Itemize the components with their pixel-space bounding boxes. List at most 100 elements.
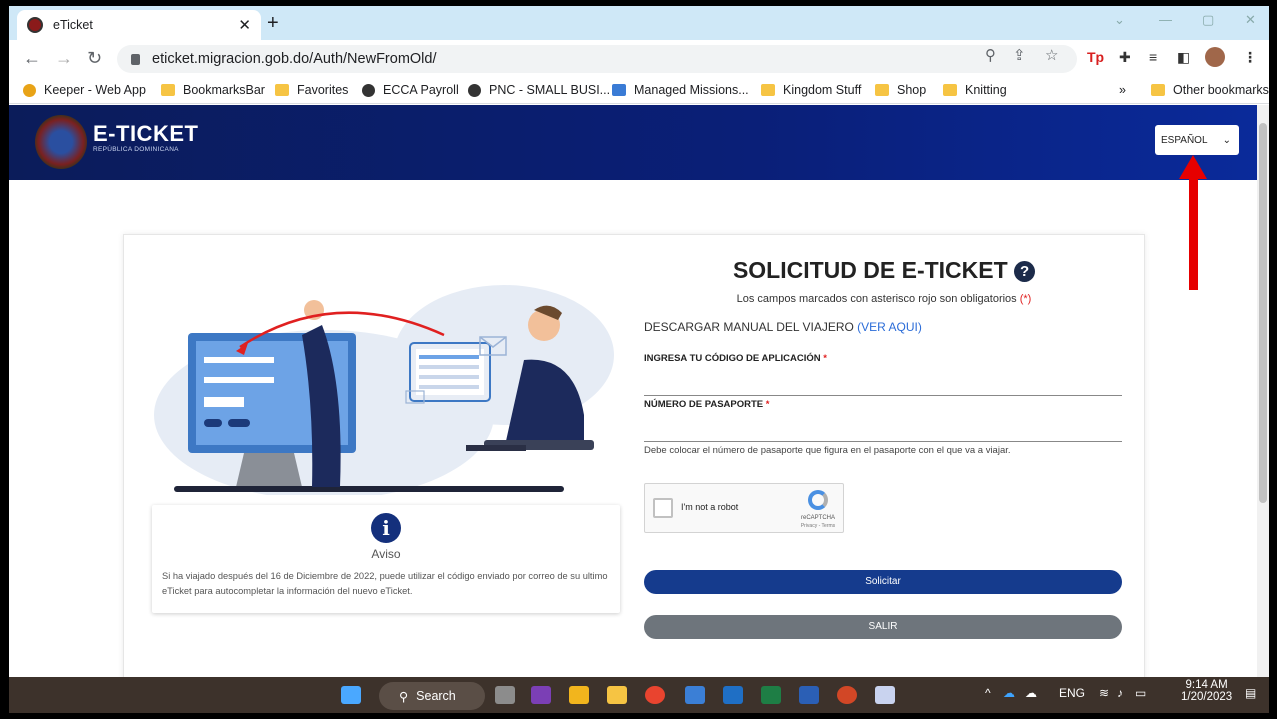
notifications-icon[interactable]: ▤	[1245, 686, 1256, 700]
passport-label-text: NÚMERO DE PASAPORTE	[644, 399, 764, 410]
input-language[interactable]: ENG	[1059, 686, 1085, 700]
manual-label: DESCARGAR MANUAL DEL VIAJERO	[644, 320, 854, 334]
clock[interactable]: 9:14 AM 1/20/2023	[1181, 679, 1232, 703]
bookmark-label: Keeper - Web App	[44, 83, 146, 97]
window-close-icon[interactable]: ✕	[1245, 12, 1256, 28]
cloud-sync-icon[interactable]: ☁	[1025, 686, 1037, 700]
bookmark-ecca-payroll[interactable]: ECCA Payroll	[362, 83, 459, 97]
file-explorer-icon[interactable]	[569, 686, 589, 704]
application-code-input[interactable]	[644, 395, 1122, 396]
aviso-notice: i Aviso Si ha viajado después del 16 de …	[152, 505, 620, 613]
bookmark-label: Shop	[897, 83, 927, 97]
close-tab-icon[interactable]: ✕	[238, 16, 251, 34]
folder-icon	[875, 84, 889, 96]
new-tab-button[interactable]: +	[267, 12, 279, 35]
recaptcha-brand: reCAPTCHA	[800, 515, 835, 521]
bookmark-knitting[interactable]: Knitting	[943, 83, 1007, 97]
reload-icon[interactable]: ↻	[87, 48, 102, 69]
onenote-icon[interactable]	[531, 686, 551, 704]
url-text: eticket.migracion.gob.do/Auth/NewFromOld…	[152, 51, 437, 67]
info-icon: i	[371, 513, 401, 543]
page-viewport: E-TICKET REPÚBLICA DOMINICANA ESPAÑOL ⌄	[9, 105, 1257, 677]
extension-tp-icon[interactable]: Tp	[1087, 49, 1104, 65]
volume-icon[interactable]: ♪	[1117, 686, 1123, 700]
manual-link[interactable]: (VER AQUI)	[857, 320, 922, 334]
minimize-icon[interactable]: —	[1159, 12, 1172, 27]
browser-tab[interactable]: eTicket ✕	[17, 10, 261, 40]
sticky-notes-icon[interactable]	[607, 686, 627, 704]
bookmark-star-icon[interactable]: ☆	[1045, 46, 1058, 64]
bookmark-label: Other bookmarks	[1173, 83, 1269, 97]
site-favicon-icon	[27, 17, 43, 33]
bookmark-pnc[interactable]: PNC - SMALL BUSI...	[468, 83, 610, 97]
recaptcha-terms-link[interactable]: Privacy - Terms	[795, 523, 841, 529]
bookmark-label: Managed Missions...	[634, 83, 749, 97]
bookmark-keeper[interactable]: Keeper - Web App	[23, 83, 146, 97]
passport-field-label: NÚMERO DE PASAPORTE *	[644, 399, 769, 410]
form-title: SOLICITUD DE E-TICKET ?	[644, 257, 1124, 284]
required-marker: *	[823, 353, 827, 364]
more-bookmarks-button[interactable]: »	[1119, 83, 1126, 97]
page-scrollbar[interactable]	[1257, 105, 1269, 677]
eticket-form: SOLICITUD DE E-TICKET ? Los campos marca…	[644, 235, 1124, 677]
wifi-icon[interactable]: ≋	[1099, 686, 1109, 700]
passport-hint: Debe colocar el número de pasaporte que …	[644, 445, 1011, 456]
forward-icon[interactable]: →	[55, 48, 73, 69]
chevron-down-icon: ⌄	[1222, 134, 1231, 146]
address-bar[interactable]: eticket.migracion.gob.do/Auth/NewFromOld…	[117, 45, 1077, 73]
bookmark-shop[interactable]: Shop	[875, 83, 926, 97]
task-view-icon[interactable]	[495, 686, 515, 704]
extensions-puzzle-icon[interactable]: ✚	[1119, 49, 1131, 66]
salir-button[interactable]: SALIR	[644, 615, 1122, 639]
chrome-icon[interactable]	[645, 686, 665, 704]
required-marker: (*)	[1019, 293, 1032, 305]
globe-icon	[468, 83, 481, 97]
back-icon[interactable]: ←	[23, 48, 41, 69]
bookmark-label: BookmarksBar	[183, 83, 265, 97]
tab-search-chevron-icon[interactable]: ⌄	[1114, 12, 1125, 28]
form-subtitle: Los campos marcados con asterisco rojo s…	[644, 293, 1124, 305]
snipping-tool-icon[interactable]	[875, 686, 895, 704]
reading-list-icon[interactable]: ≡	[1149, 49, 1157, 65]
search-label: Search	[416, 689, 456, 703]
language-select[interactable]: ESPAÑOL ⌄	[1155, 125, 1239, 155]
taskbar-search[interactable]: ⚲ Search	[379, 682, 485, 710]
word-icon[interactable]	[799, 686, 819, 704]
form-title-text: SOLICITUD DE E-TICKET	[732, 257, 1008, 283]
bookmark-managed-missions[interactable]: Managed Missions...	[612, 83, 749, 97]
required-marker: *	[765, 399, 770, 410]
menu-kebab-icon[interactable]: ⋮	[1243, 49, 1257, 66]
profile-avatar[interactable]	[1205, 47, 1225, 67]
tray-overflow-icon[interactable]: ^	[985, 686, 991, 700]
bookmark-kingdom-stuff[interactable]: Kingdom Stuff	[761, 83, 861, 97]
other-bookmarks[interactable]: Other bookmarks	[1151, 83, 1269, 97]
zoom-icon[interactable]: ⚲	[985, 46, 996, 64]
excel-icon[interactable]	[761, 686, 781, 704]
form-subtitle-text: Los campos marcados con asterisco rojo s…	[736, 293, 1017, 305]
onedrive-icon[interactable]: ☁	[1003, 686, 1015, 700]
globe-icon	[362, 83, 375, 97]
bookmark-favorites[interactable]: Favorites	[275, 83, 348, 97]
recaptcha-checkbox[interactable]	[653, 498, 673, 518]
solicitar-button[interactable]: Solicitar	[644, 570, 1122, 594]
bookmark-bookmarksbar[interactable]: BookmarksBar	[161, 83, 265, 97]
folder-icon	[943, 84, 957, 96]
bookmark-label: Favorites	[297, 83, 349, 97]
battery-icon[interactable]: ▭	[1135, 686, 1146, 700]
bookmark-label: ECCA Payroll	[383, 83, 459, 97]
restore-icon[interactable]: ▢	[1202, 12, 1214, 28]
browser-toolbar: ← → ↻ eticket.migracion.gob.do/Auth/NewF…	[9, 40, 1269, 78]
scrollbar-thumb[interactable]	[1259, 123, 1267, 503]
side-panel-icon[interactable]: ◧	[1177, 49, 1190, 66]
help-icon[interactable]: ?	[1014, 261, 1036, 282]
passport-number-input[interactable]	[644, 441, 1122, 442]
bookmark-label: PNC - SMALL BUSI...	[489, 83, 611, 97]
powerpoint-icon[interactable]	[837, 686, 857, 704]
code-label-text: INGRESA TU CÓDIGO DE APLICACIÓN	[644, 353, 821, 364]
todo-icon[interactable]	[685, 686, 705, 704]
start-windows-icon[interactable]	[341, 686, 361, 704]
aviso-text: Si ha viajado después del 16 de Diciembr…	[162, 571, 608, 596]
share-icon[interactable]: ⇪	[1013, 46, 1026, 64]
outlook-icon[interactable]	[723, 686, 743, 704]
recaptcha-label: I'm not a robot	[681, 502, 739, 512]
